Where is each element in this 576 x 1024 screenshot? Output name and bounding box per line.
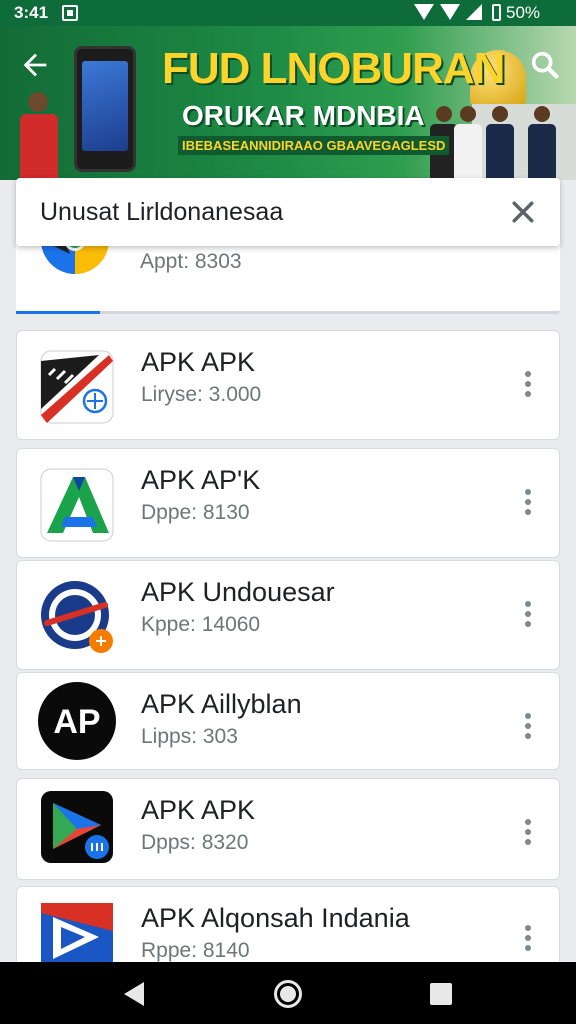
- more-options-icon[interactable]: [519, 489, 537, 523]
- more-options-icon[interactable]: [519, 713, 537, 747]
- app-name: APK Aillyblan: [141, 689, 302, 719]
- app-name: APK APK: [141, 347, 256, 377]
- app-list-item[interactable]: APK APK Dpps: 8320: [16, 778, 560, 880]
- svg-text:AP: AP: [53, 703, 100, 741]
- app-name: APK Undouesar: [141, 577, 335, 607]
- app-name: APK AP'K: [141, 465, 261, 495]
- nav-recents-icon[interactable]: [430, 983, 452, 1005]
- battery-icon: [492, 4, 501, 21]
- more-options-icon[interactable]: [519, 601, 537, 635]
- app-name: APK Alqonsah Indania: [141, 903, 410, 933]
- status-bar: 3:41 50%: [0, 0, 576, 26]
- wifi-icon: [440, 4, 460, 20]
- navigation-bar: [0, 962, 576, 1024]
- app-meta: Appt: 8303: [140, 250, 242, 273]
- app-list-item[interactable]: AP APK Aillyblan Lipps: 303: [16, 672, 560, 770]
- play-triangle-app-icon: [39, 789, 115, 865]
- banner-tagline: IBEBASEANNIDIRAAO GBAAVEGAGLESD: [178, 136, 450, 155]
- person-illustration: [484, 106, 516, 180]
- wifi-icon: [414, 4, 434, 20]
- app-name: APK APK: [141, 795, 256, 825]
- striped-red-app-icon: [39, 349, 115, 425]
- search-input[interactable]: Unusat Lirldonanesaa: [40, 198, 283, 227]
- app-meta: Dpps: 8320: [141, 831, 249, 854]
- app-meta: Lipps: 303: [141, 725, 238, 748]
- more-options-icon[interactable]: [519, 925, 537, 959]
- search-icon[interactable]: [528, 48, 562, 82]
- banner-title: FUD LNOBURAN: [162, 44, 505, 93]
- blue-red-circle-app-icon: [39, 579, 115, 655]
- green-a-app-icon: [39, 467, 115, 543]
- back-arrow-icon[interactable]: [18, 48, 52, 82]
- person-illustration: [452, 106, 484, 180]
- person-illustration: [18, 92, 60, 180]
- battery-percent: 50%: [506, 3, 541, 22]
- banner-subtitle: ORUKAR MDNBIA: [182, 100, 425, 131]
- nav-home-icon[interactable]: [274, 980, 302, 1008]
- app-meta: Liryse: 3.000: [141, 383, 262, 406]
- nav-back-icon[interactable]: [124, 982, 144, 1006]
- app-list-item[interactable]: APK Alqonsah Indania Rppe: 8140: [16, 886, 560, 975]
- signal-icon: [466, 4, 482, 20]
- status-time: 3:41: [14, 3, 49, 22]
- tab-indicator: [16, 311, 100, 314]
- notification-icon: [62, 5, 78, 21]
- close-icon[interactable]: [508, 197, 538, 227]
- more-options-icon[interactable]: [519, 819, 537, 853]
- person-illustration: [526, 106, 558, 180]
- search-bar[interactable]: Unusat Lirldonanesaa: [16, 178, 560, 246]
- phone-illustration: [74, 46, 136, 172]
- app-list-item[interactable]: APK Undouesar Kppe: 14060: [16, 560, 560, 670]
- app-list-item[interactable]: APK APK Liryse: 3.000: [16, 330, 560, 440]
- partial-result-card[interactable]: Appt: 8303: [16, 230, 560, 314]
- app-meta: Rppe: 8140: [141, 939, 250, 962]
- more-options-icon[interactable]: [519, 371, 537, 405]
- app-meta: Kppe: 14060: [141, 613, 261, 636]
- app-list-item[interactable]: APK AP'K Dppe: 8130: [16, 448, 560, 558]
- promo-banner: FUD LNOBURAN ORUKAR MDNBIA IBEBASEANNIDI…: [0, 26, 576, 180]
- black-ap-app-icon: AP: [37, 681, 116, 760]
- app-meta: Dppe: 8130: [141, 501, 250, 524]
